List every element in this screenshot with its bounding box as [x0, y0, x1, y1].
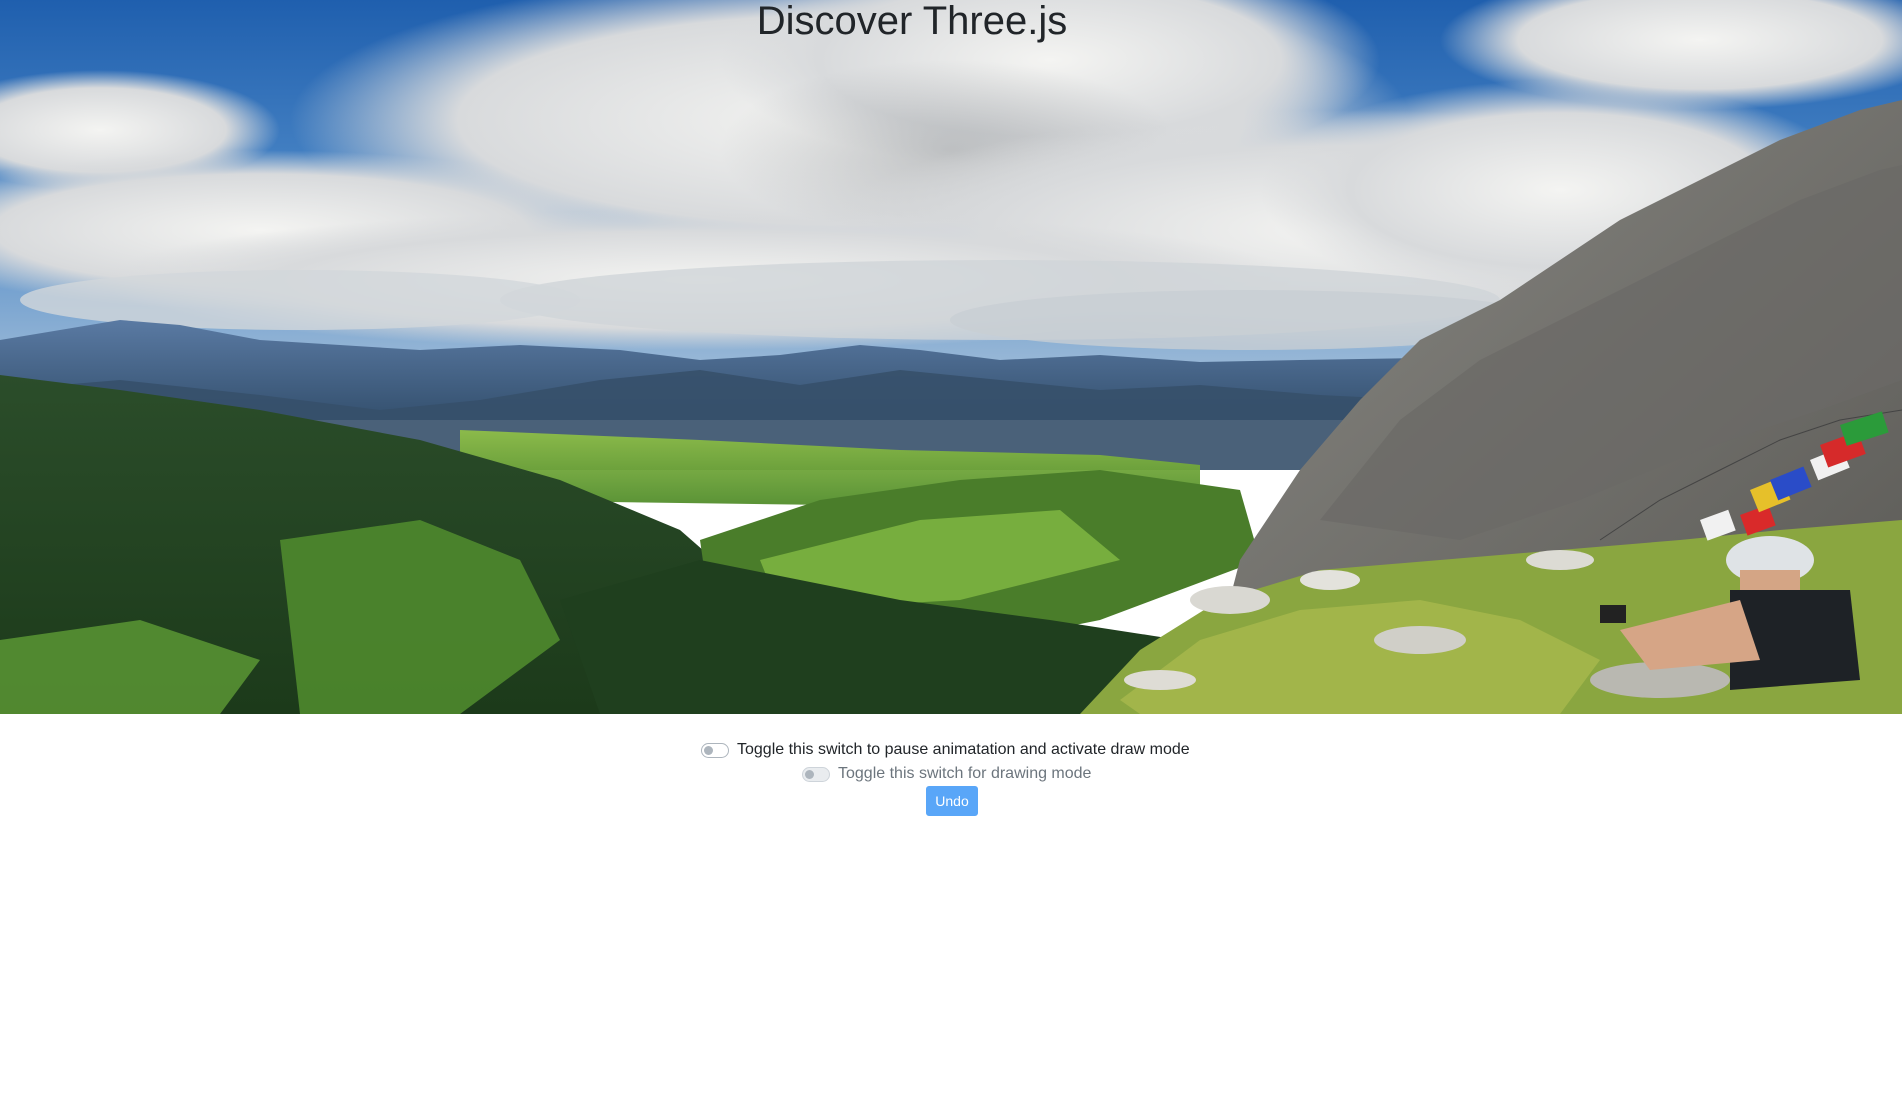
controls-panel: Toggle this switch to pause animatation … — [0, 738, 1902, 838]
switch-knob — [805, 769, 814, 779]
page: Discover Three.js Toggle this switch to … — [0, 0, 1902, 1111]
drawing-mode-toggle-switch[interactable] — [802, 766, 830, 782]
undo-button[interactable]: Undo — [926, 786, 978, 816]
drawing-switch-row[interactable]: Toggle this switch for drawing mode — [802, 762, 1091, 786]
animation-switch-label[interactable]: Toggle this switch to pause animatation … — [737, 741, 1190, 759]
animation-toggle-switch[interactable] — [701, 742, 729, 758]
page-title: Discover Three.js — [756, 0, 1068, 43]
panorama-image — [0, 0, 1902, 714]
panorama-canvas[interactable]: Discover Three.js — [0, 0, 1902, 714]
animation-switch-row[interactable]: Toggle this switch to pause animatation … — [701, 738, 1190, 762]
switch-knob — [704, 745, 713, 755]
drawing-switch-label[interactable]: Toggle this switch for drawing mode — [838, 765, 1091, 783]
